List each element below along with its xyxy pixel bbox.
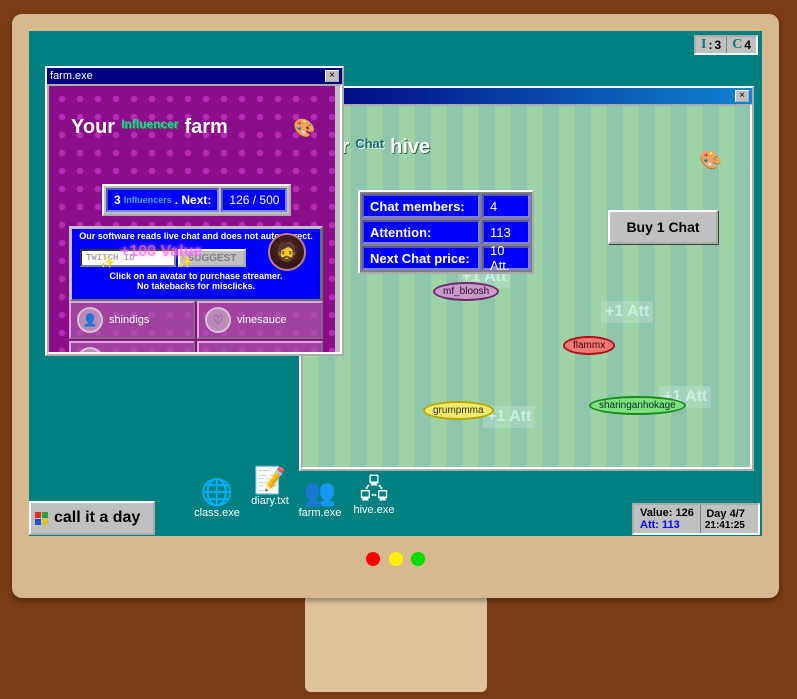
farm-scrollbar[interactable]	[335, 86, 340, 352]
monitor-stand	[305, 590, 487, 692]
chat-indicator: C4	[726, 37, 756, 53]
chatter-bubble[interactable]: flammx	[563, 336, 616, 355]
influencer-wordmark: Influencer	[121, 117, 179, 131]
panel-warning: No takebacks for misclicks.	[136, 281, 256, 291]
stats-row: Chat members: 4	[362, 194, 530, 218]
streamer-avatar-face[interactable]: 🧔	[268, 233, 306, 271]
day-readout: Day 4/7	[706, 507, 745, 520]
hive-titlebar[interactable]: ×	[301, 88, 752, 104]
chatter-bubble[interactable]: grumpmma	[423, 401, 494, 420]
stats-label: Next Chat price:	[362, 246, 480, 270]
att-readout: Att: 113	[640, 519, 680, 531]
streamer-avatar: ♡	[205, 307, 231, 333]
next-chat-price-value: 10 Att.	[482, 243, 530, 273]
chatter-bubble[interactable]: mf_bloosh	[433, 282, 500, 301]
call-it-a-day-button[interactable]: call it a day	[29, 501, 155, 535]
streamer-purchase-panel: Our software reads live chat and does no…	[69, 226, 323, 302]
streamer-avatar: 👤	[77, 307, 103, 333]
chat-indicator-letter: C	[732, 37, 743, 52]
farm-close-button[interactable]: ×	[325, 70, 339, 82]
farm-window[interactable]: farm.exe × Your Influencer farm 🎨 3 Influe…	[45, 66, 344, 356]
desktop-screen: I:3 C4 × ourChathive 🎨 +1 Att +1 Att +1 …	[29, 31, 762, 536]
influencer-indicator: I:3	[701, 37, 722, 52]
farm-content: Your Influencer farm 🎨 3 Influencers . Nex…	[47, 84, 342, 354]
sparkle-icon: ✨	[100, 255, 115, 269]
red-led	[366, 552, 380, 566]
resource-indicator: I:3 C4	[694, 35, 758, 55]
windows-logo-icon	[35, 511, 48, 525]
desktop-icon-hive[interactable]: 🖧 hive.exe	[345, 474, 403, 516]
influencer-indicator-letter: I	[701, 37, 707, 52]
status-clock-panel: Value: 126 Att: 113 Day 4/7 21:41:25	[632, 503, 760, 535]
notepad-icon: 📝	[253, 465, 287, 495]
chat-members-value: 4	[482, 194, 530, 218]
yellow-led	[389, 552, 403, 566]
influencer-count: 3	[114, 193, 121, 207]
palette-icon[interactable]: 🎨	[293, 118, 315, 139]
floating-att: +1 Att	[601, 301, 654, 323]
streamer-card[interactable]: 👤 shindigs	[69, 301, 195, 339]
panel-instruction: Click on an avatar to purchase streamer.	[109, 271, 283, 281]
green-led	[411, 552, 425, 566]
farm-heading: Your Influencer farm	[71, 116, 228, 138]
globe-cursor-icon: 🌐	[200, 477, 234, 507]
palette-icon[interactable]: 🎨	[700, 150, 722, 171]
influencer-indicator-value: 3	[714, 38, 722, 52]
streamer-grid: 👤 shindigs ♡ vinesauce	[69, 301, 323, 352]
sparkle-icon: ✨	[178, 255, 193, 269]
stats-row: Attention: 113	[362, 220, 530, 244]
farm-window-title: farm.exe	[50, 70, 93, 82]
chatter-bubble[interactable]: sharinganhokage	[589, 396, 686, 415]
streamer-name: shindigs	[109, 314, 150, 326]
people-icon: 👥	[303, 477, 337, 507]
chat-indicator-value: 4	[744, 38, 751, 52]
stats-label: Attention:	[362, 220, 480, 244]
desktop-icon-farm[interactable]: 👥 farm.exe	[291, 477, 349, 519]
stats-row: Next Chat price: 10 Att.	[362, 243, 530, 273]
influencers-wordmark: Influencers	[123, 195, 172, 205]
value-readout: Value: 126	[640, 507, 694, 519]
streamer-avatar	[77, 347, 103, 352]
next-label: . Next:	[174, 193, 212, 207]
buy-chat-button[interactable]: Buy 1 Chat	[608, 210, 718, 244]
chat-wordmark: Chat	[355, 136, 385, 151]
hive-close-button[interactable]: ×	[735, 90, 749, 102]
value-progress: 126 / 500	[221, 188, 288, 212]
attention-value: 113	[482, 220, 530, 244]
network-icon: 🖧	[359, 474, 389, 504]
influencer-count-cell: 3 Influencers . Next:	[106, 188, 220, 212]
desktop-icon-class[interactable]: 🌐 class.exe	[188, 477, 246, 519]
stats-label: Chat members:	[362, 194, 480, 218]
streamer-name: vinesauce	[237, 314, 287, 326]
hive-window[interactable]: × ourChathive 🎨 +1 Att +1 Att +1 Att +1 …	[299, 86, 754, 471]
streamer-card[interactable]: ♡ vinesauce	[197, 301, 323, 339]
clock-time: 21:41:25	[704, 519, 745, 531]
streamer-card[interactable]	[197, 341, 323, 352]
hive-stats-table: Chat members: 4 Attention: 113 Next Chat…	[358, 190, 534, 274]
farm-titlebar[interactable]: farm.exe ×	[47, 68, 342, 84]
streamer-card[interactable]	[69, 341, 195, 352]
farm-status-bar: 3 Influencers . Next: 126 / 500	[102, 184, 292, 216]
hive-content: ourChathive 🎨 +1 Att +1 Att +1 Att +1 At…	[301, 104, 752, 469]
